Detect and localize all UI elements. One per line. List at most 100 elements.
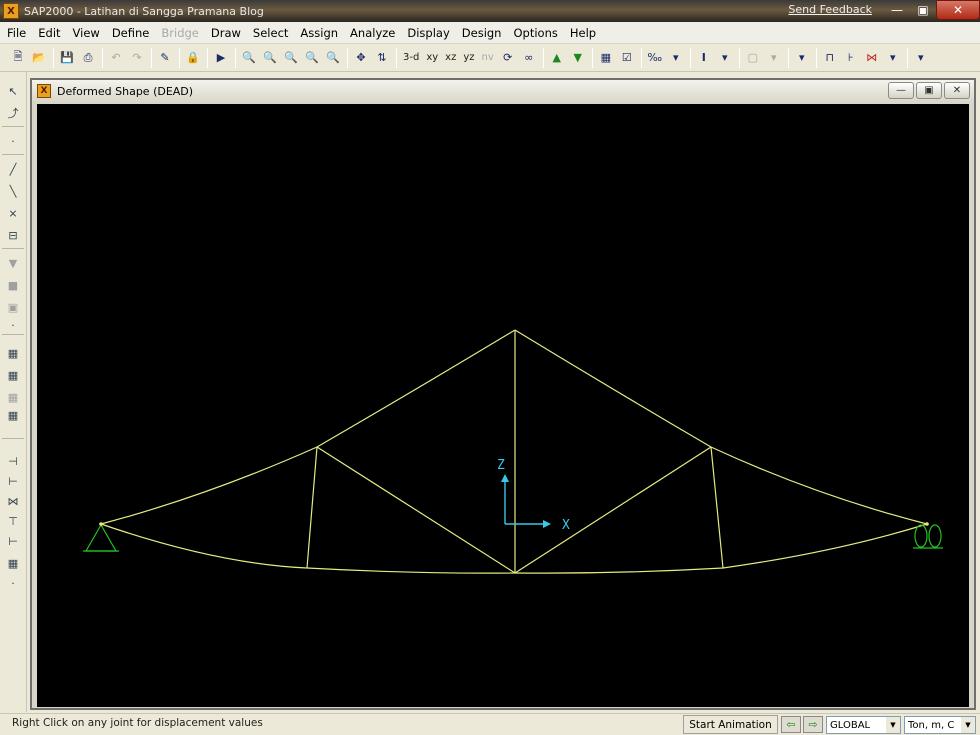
section-i-icon[interactable]: I (694, 48, 714, 68)
snap-fine-grid-icon[interactable]: ▦ (3, 554, 23, 572)
window-restore-icon[interactable]: ▣ (916, 82, 942, 99)
send-feedback-link[interactable]: Send Feedback (788, 3, 872, 16)
sap2000-app-icon[interactable]: X (3, 3, 19, 19)
axis-z-label: Z (497, 458, 505, 473)
menu-select[interactable]: Select (253, 26, 288, 40)
snap-intersections-icon[interactable]: ⋈ (3, 492, 23, 510)
view-xy-button[interactable]: xy (423, 48, 441, 68)
run-analysis-icon[interactable]: ▶ (211, 48, 231, 68)
print-icon[interactable]: ⎙ (78, 48, 98, 68)
toolbar-dropdown-arrow-3[interactable]: ▾ (764, 48, 784, 68)
menu-edit[interactable]: Edit (38, 26, 60, 40)
left-toolbar-more-1[interactable]: · (3, 316, 23, 334)
window-app-icon[interactable]: X (37, 84, 51, 98)
left-toolbar: ↖ ⤴ · ╱ ╲ ⨯ ⊟ ▼ ■ ▣ · ▦ ▦ ▦ ▦ ⊣ ⊢ ⋈ ⊤ ⊢ … (0, 72, 27, 712)
zoom-out-icon[interactable]: 🔍 (323, 48, 343, 68)
move-down-icon[interactable]: ▼ (568, 48, 588, 68)
check-icon[interactable]: ☑ (617, 48, 637, 68)
snap-joints-icon[interactable]: ⊣ (3, 452, 23, 470)
toolbar-dropdown-arrow-1[interactable]: ▾ (666, 48, 686, 68)
edit-pencil-icon[interactable]: ✎ (155, 48, 175, 68)
save-icon[interactable]: 💾 (57, 48, 77, 68)
view-nv-button[interactable]: nv (479, 48, 497, 68)
move-up-icon[interactable]: ▲ (547, 48, 567, 68)
draw-poly-area-icon[interactable]: ▼ (3, 254, 23, 272)
draw-rect-area-icon[interactable]: ■ (3, 276, 23, 294)
zoom-previous-icon[interactable]: 🔍 (281, 48, 301, 68)
redo-icon[interactable]: ↷ (127, 48, 147, 68)
previous-mode-arrow-icon[interactable]: ⇦ (781, 716, 801, 733)
menu-help[interactable]: Help (570, 26, 596, 40)
quick-draw-frame-icon[interactable]: ╲ (3, 182, 23, 200)
new-model-icon[interactable]: 🗎 (8, 48, 28, 68)
view-3d-button[interactable]: 3-d (400, 48, 422, 68)
pointer-icon[interactable]: ↖ (3, 82, 23, 100)
area-section-icon[interactable]: ▢ (743, 48, 763, 68)
reshape-icon[interactable]: ⤴ (3, 104, 23, 122)
joint-left (99, 522, 103, 526)
close-icon[interactable]: ✕ (936, 0, 980, 20)
clear-selection-icon[interactable]: ▦ (3, 388, 23, 406)
open-icon[interactable]: 📂 (29, 48, 49, 68)
snap-perpendicular-icon[interactable]: ⊤ (3, 512, 23, 530)
model-view-canvas[interactable]: Z X (37, 104, 969, 707)
pan-icon[interactable]: ✥ (351, 48, 371, 68)
window-title: Deformed Shape (DEAD) (57, 84, 194, 98)
rotate-3d-icon[interactable]: ⟳ (498, 48, 518, 68)
web-vertical-left (306, 446, 318, 569)
select-all-icon[interactable]: ▦ (3, 344, 23, 362)
menu-analyze[interactable]: Analyze (350, 26, 395, 40)
axis-x-label: X (562, 518, 570, 533)
view-xz-button[interactable]: xz (442, 48, 459, 68)
lock-model-icon[interactable]: 🔒 (183, 48, 203, 68)
draw-frame-icon[interactable]: ╱ (3, 160, 23, 178)
draw-link-icon[interactable]: ⊟ (3, 226, 23, 244)
deformed-truss-drawing: Z X (83, 329, 943, 574)
percent-dropdown-icon[interactable]: ‰ (645, 48, 665, 68)
snap-lines-icon[interactable]: ⊢ (3, 532, 23, 550)
top-chord-left (100, 329, 516, 525)
menu-design[interactable]: Design (462, 26, 502, 40)
frame-truss-icon[interactable]: ⋈ (862, 48, 882, 68)
toolbar-dropdown-arrow-2[interactable]: ▾ (715, 48, 735, 68)
menu-draw[interactable]: Draw (211, 26, 241, 40)
maximize-icon[interactable]: ▣ (910, 0, 936, 20)
quick-draw-area-icon[interactable]: ▣ (3, 298, 23, 316)
toolbar-dropdown-arrow-4[interactable]: ▾ (792, 48, 812, 68)
snap-ends-icon[interactable]: ⊢ (3, 472, 23, 490)
draw-joint-icon[interactable]: · (3, 132, 23, 150)
refresh-window-icon[interactable]: ⇅ (372, 48, 392, 68)
display-options-icon[interactable]: ▦ (596, 48, 616, 68)
units-dropdown-icon[interactable]: ▼ (961, 717, 975, 733)
zoom-in-icon[interactable]: 🔍 (302, 48, 322, 68)
window-minimize-icon[interactable]: — (888, 82, 914, 99)
intersecting-line-select-icon[interactable]: ▦ (3, 406, 23, 424)
zoom-rubber-band-icon[interactable]: 🔍 (239, 48, 259, 68)
menu-view[interactable]: View (73, 26, 100, 40)
units-select[interactable]: Ton, m, C ▼ (904, 716, 976, 734)
frame-portal-icon[interactable]: ⊓ (820, 48, 840, 68)
toolbar-dropdown-arrow-6[interactable]: ▾ (911, 48, 931, 68)
undo-icon[interactable]: ↶ (106, 48, 126, 68)
restore-full-view-icon[interactable]: 🔍 (260, 48, 280, 68)
coordinate-system-dropdown-icon[interactable]: ▼ (886, 717, 900, 733)
perspective-toggle-icon[interactable]: ∞ (519, 48, 539, 68)
next-mode-arrow-icon[interactable]: ⇨ (803, 716, 823, 733)
window-close-icon[interactable]: ✕ (944, 82, 970, 99)
toolbar-dropdown-arrow-5[interactable]: ▾ (883, 48, 903, 68)
menu-options[interactable]: Options (513, 26, 557, 40)
get-previous-selection-icon[interactable]: ▦ (3, 366, 23, 384)
menu-file[interactable]: File (7, 26, 26, 40)
view-yz-button[interactable]: yz (460, 48, 477, 68)
minimize-icon[interactable]: — (884, 0, 910, 20)
menu-define[interactable]: Define (112, 26, 150, 40)
coordinate-system-select[interactable]: GLOBAL ▼ (826, 716, 901, 734)
draw-brace-icon[interactable]: ⨯ (3, 204, 23, 222)
frame-braced-icon[interactable]: ⊦ (841, 48, 861, 68)
menu-display[interactable]: Display (407, 26, 449, 40)
left-toolbar-more-2[interactable]: · (3, 574, 23, 592)
menu-bridge[interactable]: Bridge (161, 26, 199, 40)
menu-assign[interactable]: Assign (300, 26, 338, 40)
bottom-chord (100, 523, 928, 574)
start-animation-button[interactable]: Start Animation (683, 715, 778, 734)
